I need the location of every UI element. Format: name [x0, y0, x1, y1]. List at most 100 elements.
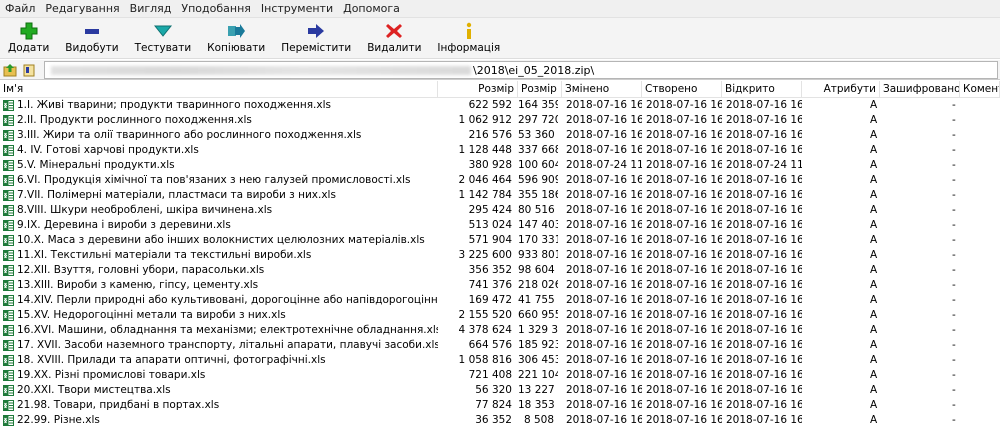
table-row[interactable]: 12.XII. Взуття, головні убори, парасольк… — [0, 263, 1000, 278]
file-comment-cell — [984, 413, 1000, 428]
file-comment-cell — [984, 98, 1000, 113]
column-header-cell[interactable]: Розмір в архіві — [518, 81, 562, 97]
file-size-cell: 741 376 — [468, 279, 512, 291]
table-row[interactable]: 4. IV. Готові харчові продукти.xls 1 128 … — [0, 143, 1000, 158]
file-comment-cell — [984, 368, 1000, 383]
table-row[interactable]: 20.XXI. Твори мистецтва.xls 56 320 13 227 2… — [0, 383, 1000, 398]
table-row[interactable]: 17. XVII. Засоби наземного транспорту, л… — [0, 338, 1000, 353]
menu-item[interactable]: Файл — [0, 2, 40, 15]
file-accessed-cell: 2018-07-16 16:24 — [726, 174, 802, 186]
file-accessed-cell: 2018-07-16 16:25 — [726, 249, 802, 261]
column-header-cell[interactable]: Відкрито — [722, 81, 802, 97]
table-row[interactable]: 22.99. Різне.xls 36 352 8 508 2018-07-16 16… — [0, 413, 1000, 428]
column-header-cell[interactable]: Розмір — [438, 81, 518, 97]
toolbar-label: Перемістити — [281, 42, 352, 54]
excel-file-icon — [3, 400, 14, 411]
file-comment-cell — [984, 143, 1000, 158]
file-name: 16.XVI. Машини, обладнання та механізми;… — [17, 324, 438, 336]
file-size-cell: 1 128 448 — [458, 144, 512, 156]
file-modified-cell: 2018-07-16 16:27 — [566, 414, 642, 426]
file-accessed-cell: 2018-07-16 16:23 — [726, 99, 802, 111]
file-accessed-cell: 2018-07-24 11:37 — [726, 159, 802, 171]
move-button[interactable]: Перемістити — [273, 18, 359, 58]
delete-button[interactable]: Видалити — [359, 18, 429, 58]
table-row[interactable]: 3.III. Жири та олії тваринного або росли… — [0, 128, 1000, 143]
table-row[interactable]: 15.XV. Недорогоцінні метали та вироби з … — [0, 308, 1000, 323]
file-name-cell: 15.XV. Недорогоцінні метали та вироби з … — [3, 308, 438, 323]
file-name: 19.XX. Різні промислові товари.xls — [17, 369, 206, 381]
file-name: 10.X. Маса з деревини або інших волокнис… — [17, 234, 425, 246]
excel-file-icon — [3, 235, 14, 246]
table-row[interactable]: 19.XX. Різні промислові товари.xls 721 40… — [0, 368, 1000, 383]
file-packed-cell: 170 331 — [518, 234, 558, 246]
file-size-cell: 1 142 784 — [458, 189, 512, 201]
file-name-cell: 13.XIII. Вироби з каменю, гіпсу, цементу… — [3, 278, 438, 293]
test-button[interactable]: Тестувати — [127, 18, 200, 58]
file-packed-cell: 1 329 359 — [518, 324, 558, 336]
delete-icon — [384, 21, 404, 41]
menu-item[interactable]: Допомога — [338, 2, 405, 15]
column-header-cell[interactable]: Зашифровано — [880, 81, 960, 97]
add-button[interactable]: Додати — [0, 18, 57, 58]
table-row[interactable]: 7.VII. Полімерні матеріали, пластмаси та… — [0, 188, 1000, 203]
file-comment-cell — [984, 188, 1000, 203]
table-row[interactable]: 2.II. Продукти рослинного походження.xls… — [0, 113, 1000, 128]
file-comment-cell — [984, 293, 1000, 308]
file-name: 9.IX. Деревина і вироби з деревини.xls — [17, 219, 231, 231]
column-header-cell[interactable]: Комент — [960, 81, 1000, 97]
file-accessed-cell: 2018-07-16 16:27 — [726, 354, 802, 366]
file-accessed-cell: 2018-07-16 16:25 — [726, 294, 802, 306]
file-created-cell: 2018-07-16 16:10 — [646, 159, 722, 171]
file-comment-cell — [984, 398, 1000, 413]
table-row[interactable]: 18. XVIII. Прилади та апарати оптичні, ф… — [0, 353, 1000, 368]
file-enc-cell: - — [952, 114, 956, 126]
table-row[interactable]: 8.VIII. Шкури необроблені, шкіра вичинен… — [0, 203, 1000, 218]
column-header-cell[interactable]: Створено — [642, 81, 722, 97]
file-comment-cell — [984, 158, 1000, 173]
file-name-cell: 7.VII. Полімерні матеріали, пластмаси та… — [3, 188, 438, 203]
file-enc-cell: - — [952, 219, 956, 231]
menu-item[interactable]: Редагування — [40, 2, 124, 15]
file-enc-cell: - — [952, 279, 956, 291]
file-packed-cell: 355 186 — [518, 189, 558, 201]
info-button[interactable]: Інформація — [429, 18, 508, 58]
table-row[interactable]: 1.I. Живі тварини; продукти тваринного п… — [0, 98, 1000, 113]
column-header-cell[interactable]: Атрибути — [802, 81, 880, 97]
table-row[interactable]: 9.IX. Деревина і вироби з деревини.xls 51… — [0, 218, 1000, 233]
file-enc-cell: - — [952, 144, 956, 156]
table-row[interactable]: 5.V. Мінеральні продукти.xls 380 928 100 6… — [0, 158, 1000, 173]
file-created-cell: 2018-07-16 16:10 — [646, 399, 722, 411]
test-icon — [153, 21, 173, 41]
file-size-cell: 721 408 — [468, 369, 512, 381]
table-row[interactable]: 6.VI. Продукція хімічної та пов'язаних з… — [0, 173, 1000, 188]
table-row[interactable]: 16.XVI. Машини, обладнання та механізми;… — [0, 323, 1000, 338]
table-row[interactable]: 11.XI. Текстильні матеріали та текстильн… — [0, 248, 1000, 263]
address-input[interactable]: \2018\ei_05_2018.zip\ — [44, 61, 998, 79]
file-name: 14.XIV. Перли природні або культивовані,… — [17, 294, 438, 306]
column-header-cell[interactable]: Змінено — [562, 81, 642, 97]
table-row[interactable]: 10.X. Маса з деревини або інших волокнис… — [0, 233, 1000, 248]
column-header-cell[interactable]: Ім'я — [0, 81, 438, 97]
extract-button[interactable]: Видобути — [57, 18, 126, 58]
file-created-cell: 2018-07-16 16:10 — [646, 234, 722, 246]
up-folder-button[interactable] — [1, 61, 19, 78]
folder-history-button[interactable] — [20, 61, 38, 78]
file-name-cell: 1.I. Живі тварини; продукти тваринного п… — [3, 98, 438, 113]
menu-item[interactable]: Уподобання — [176, 2, 256, 15]
file-name-cell: 9.IX. Деревина і вироби з деревини.xls — [3, 218, 438, 233]
copy-button[interactable]: Копіювати — [199, 18, 273, 58]
menu-item[interactable]: Інструменти — [256, 2, 338, 15]
column-header: Ім'яРозмірРозмір в архівіЗміненоСтворено… — [0, 81, 1000, 98]
file-accessed-cell: 2018-07-16 16:26 — [726, 324, 802, 336]
file-attr-cell: A — [870, 234, 878, 246]
file-accessed-cell: 2018-07-16 16:23 — [726, 114, 802, 126]
table-row[interactable]: 21.98. Товари, придбані в портах.xls 77 8… — [0, 398, 1000, 413]
file-packed-cell: 185 923 — [518, 339, 558, 351]
excel-file-icon — [3, 175, 14, 186]
table-row[interactable]: 14.XIV. Перли природні або культивовані,… — [0, 293, 1000, 308]
excel-file-icon — [3, 190, 14, 201]
file-enc-cell: - — [952, 234, 956, 246]
excel-file-icon — [3, 100, 14, 111]
table-row[interactable]: 13.XIII. Вироби з каменю, гіпсу, цементу… — [0, 278, 1000, 293]
menu-item[interactable]: Вигляд — [125, 2, 177, 15]
